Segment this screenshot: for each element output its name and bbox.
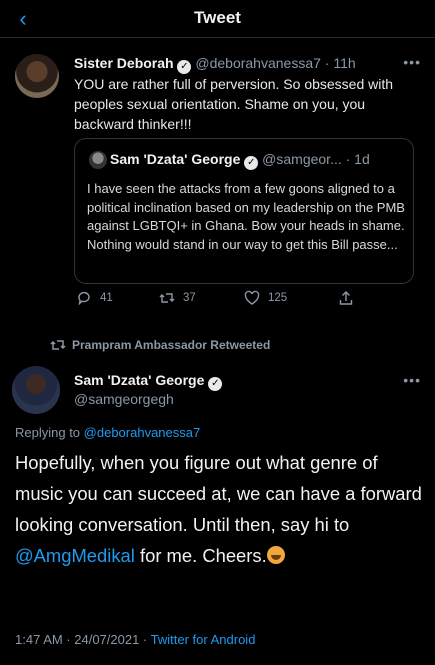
tweet-text: YOU are rather full of perversion. So ob… — [74, 76, 394, 132]
main-tweet-text: Hopefully, when you figure out what genr… — [15, 447, 425, 571]
body-text-part2: for me. Cheers. — [139, 545, 267, 566]
share-button[interactable] — [338, 290, 354, 306]
reply-icon — [78, 291, 90, 306]
avatar-sam-george[interactable] — [12, 366, 60, 414]
retweet-indicator[interactable]: Prampram Ambassador Retweeted — [50, 338, 270, 352]
more-options-icon[interactable]: ••• — [403, 372, 421, 388]
timestamp: 1:47 AM · 24/07/2021 · — [15, 632, 148, 647]
quoted-tweet-card[interactable]: Sam 'Dzata' George ✓ @samgeor... · 1d I … — [74, 138, 414, 284]
quoted-tweet-header: Sam 'Dzata' George ✓ @samgeor... · 1d — [110, 151, 370, 170]
display-name[interactable]: Sister Deborah — [74, 55, 174, 71]
retweet-label: Prampram Ambassador Retweeted — [72, 338, 271, 352]
retweet-icon — [50, 340, 66, 350]
quoted-tweet-text: I have seen the attacks from a few goons… — [87, 181, 405, 252]
tweet-actions: 41 37 125 — [74, 290, 414, 310]
body-text-part1: Hopefully, when you figure out what genr… — [15, 452, 422, 535]
page-title: Tweet — [194, 8, 241, 27]
avatar-sister-deborah[interactable] — [15, 54, 59, 98]
verified-icon: ✓ — [244, 156, 259, 170]
avatar-sam-george-small — [89, 151, 107, 169]
retweet-button[interactable]: 37 — [159, 290, 196, 306]
retweet-count: 37 — [183, 292, 196, 304]
tweet-header: Sister Deborah ✓ @deborahvanessa7 · 11h — [74, 55, 356, 74]
display-name[interactable]: Sam 'Dzata' George — [74, 372, 204, 388]
like-count: 125 — [268, 292, 288, 304]
quoted-handle-time: @samgeor... · 1d — [262, 151, 370, 167]
share-icon — [339, 291, 353, 305]
like-button[interactable]: 125 — [244, 290, 287, 306]
mention-link[interactable]: @AmgMedikal — [15, 545, 135, 566]
reply-button[interactable]: 41 — [76, 290, 113, 306]
source-link[interactable]: Twitter for Android — [151, 632, 256, 647]
retweet-icon — [159, 293, 175, 303]
verified-icon: ✓ — [208, 377, 223, 391]
top-bar: ‹ Tweet — [0, 0, 435, 38]
handle-time: @deborahvanessa7 · 11h — [195, 55, 356, 71]
reply-count: 41 — [100, 292, 113, 304]
tweet-meta: 1:47 AM · 24/07/2021 · Twitter for Andro… — [15, 632, 255, 647]
main-tweet-header: Sam 'Dzata' George ✓ — [74, 372, 223, 391]
heart-icon — [244, 290, 260, 305]
quoted-display-name: Sam 'Dzata' George — [110, 151, 241, 167]
verified-icon: ✓ — [177, 60, 192, 74]
replying-to-link[interactable]: @deborahvanessa7 — [84, 425, 201, 440]
replying-to: Replying to @deborahvanessa7 — [15, 425, 200, 440]
grin-emoji-icon — [266, 546, 285, 564]
more-options-icon[interactable]: ••• — [403, 54, 421, 70]
handle[interactable]: @samgeorgegh — [74, 391, 174, 407]
replying-prefix: Replying to — [15, 425, 81, 440]
